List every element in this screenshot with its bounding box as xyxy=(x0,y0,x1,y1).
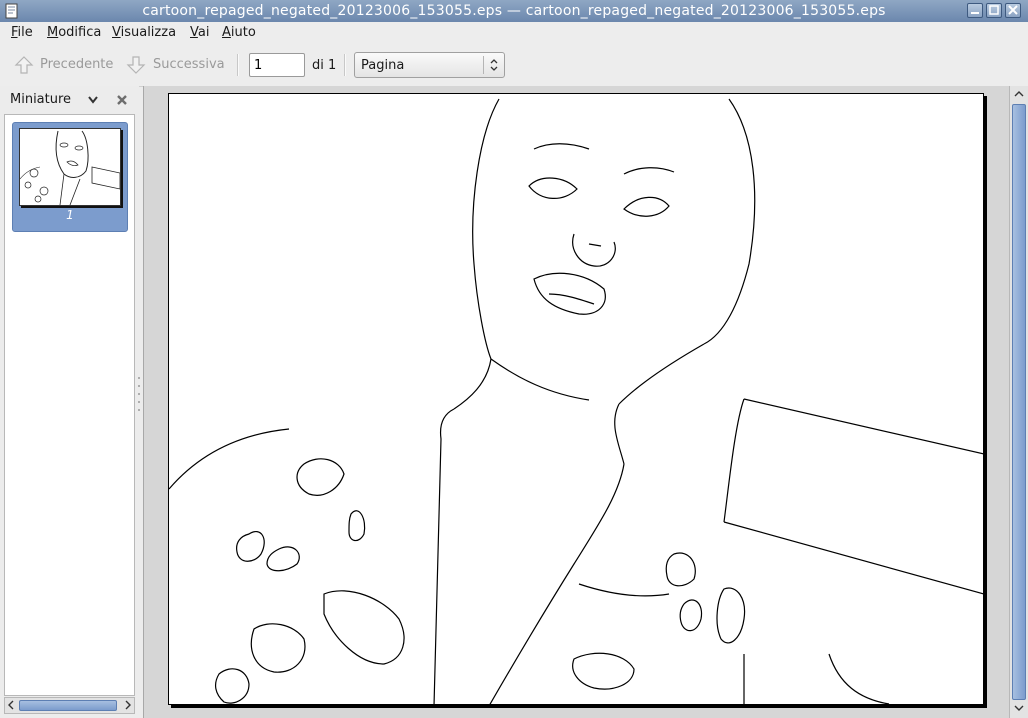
minimize-icon xyxy=(971,12,979,14)
page-thumbnail xyxy=(19,128,121,206)
menu-modifica-accel: M xyxy=(47,25,59,40)
zoom-select-value: Pagina xyxy=(361,58,405,73)
menu-vai[interactable]: Vai xyxy=(190,25,209,40)
page-count-label: di 1 xyxy=(312,58,337,73)
document-vertical-scrollbar[interactable] xyxy=(1009,86,1028,718)
menu-vai-accel: V xyxy=(190,25,198,40)
title-bar: cartoon_repaged_negated_20123006_153055.… xyxy=(0,0,1028,22)
chevron-down-icon[interactable] xyxy=(86,94,100,106)
menu-file[interactable]: File xyxy=(11,25,33,40)
zoom-select-divider xyxy=(483,56,484,74)
window-title: cartoon_repaged_negated_20123006_153055.… xyxy=(142,3,886,19)
scroll-right-icon[interactable] xyxy=(124,699,132,711)
up-down-arrows-icon xyxy=(490,59,498,71)
scrollbar-thumb[interactable] xyxy=(1012,104,1026,700)
thumbnail-item[interactable]: 1 xyxy=(12,122,128,232)
toolbar: Precedente Successiva xyxy=(0,44,1028,87)
scroll-down-icon[interactable] xyxy=(1013,703,1025,713)
document-page xyxy=(168,93,984,705)
close-window-button[interactable] xyxy=(1005,3,1021,18)
menu-file-label: ile xyxy=(17,25,33,40)
document-view[interactable] xyxy=(143,86,1010,718)
sidebar-horizontal-scrollbar[interactable] xyxy=(4,697,135,714)
zoom-select[interactable]: Pagina xyxy=(354,52,505,78)
next-page-label: Successiva xyxy=(153,57,225,72)
pane-resize-handle[interactable] xyxy=(137,370,141,420)
thumbnail-panel: 1 xyxy=(4,114,135,696)
thumbnail-page-number: 1 xyxy=(66,208,74,222)
arrow-up-icon xyxy=(14,56,34,74)
scroll-left-icon[interactable] xyxy=(7,699,15,711)
maximize-button[interactable] xyxy=(986,3,1002,18)
previous-page-label: Precedente xyxy=(40,57,114,72)
menu-modifica-label: odifica xyxy=(58,25,102,40)
maximize-icon xyxy=(989,5,999,15)
scrollbar-thumb[interactable] xyxy=(19,700,117,711)
sidebar: Miniature 1 xyxy=(0,86,139,718)
minimize-button[interactable] xyxy=(967,3,983,18)
menu-visualizza[interactable]: Visualizza xyxy=(112,25,176,40)
close-icon xyxy=(1008,5,1018,15)
toolbar-separator xyxy=(237,54,239,76)
sidebar-header: Miniature xyxy=(0,86,139,114)
scroll-up-icon[interactable] xyxy=(1013,89,1025,99)
menu-bar: File Modifica Visualizza Vai Aiuto xyxy=(0,22,1028,44)
menu-aiuto[interactable]: Aiuto xyxy=(222,25,256,40)
next-page-button[interactable]: Successiva xyxy=(125,52,229,78)
arrow-down-icon xyxy=(126,56,146,74)
cartoon-line-drawing xyxy=(169,98,983,704)
previous-page-button[interactable]: Precedente xyxy=(13,52,117,78)
menu-visualizza-accel: V xyxy=(112,25,121,40)
close-icon[interactable] xyxy=(115,93,129,107)
menu-vai-label: ai xyxy=(197,25,210,40)
sidebar-title: Miniature xyxy=(10,92,72,107)
menu-visualizza-label: isualizza xyxy=(120,25,177,40)
page-number-input[interactable] xyxy=(249,53,305,77)
menu-aiuto-accel: A xyxy=(222,25,231,40)
page-thumbnail-drawing xyxy=(19,130,121,206)
menu-aiuto-label: iuto xyxy=(230,25,256,40)
menu-modifica[interactable]: Modifica xyxy=(47,25,101,40)
toolbar-separator xyxy=(344,54,346,76)
